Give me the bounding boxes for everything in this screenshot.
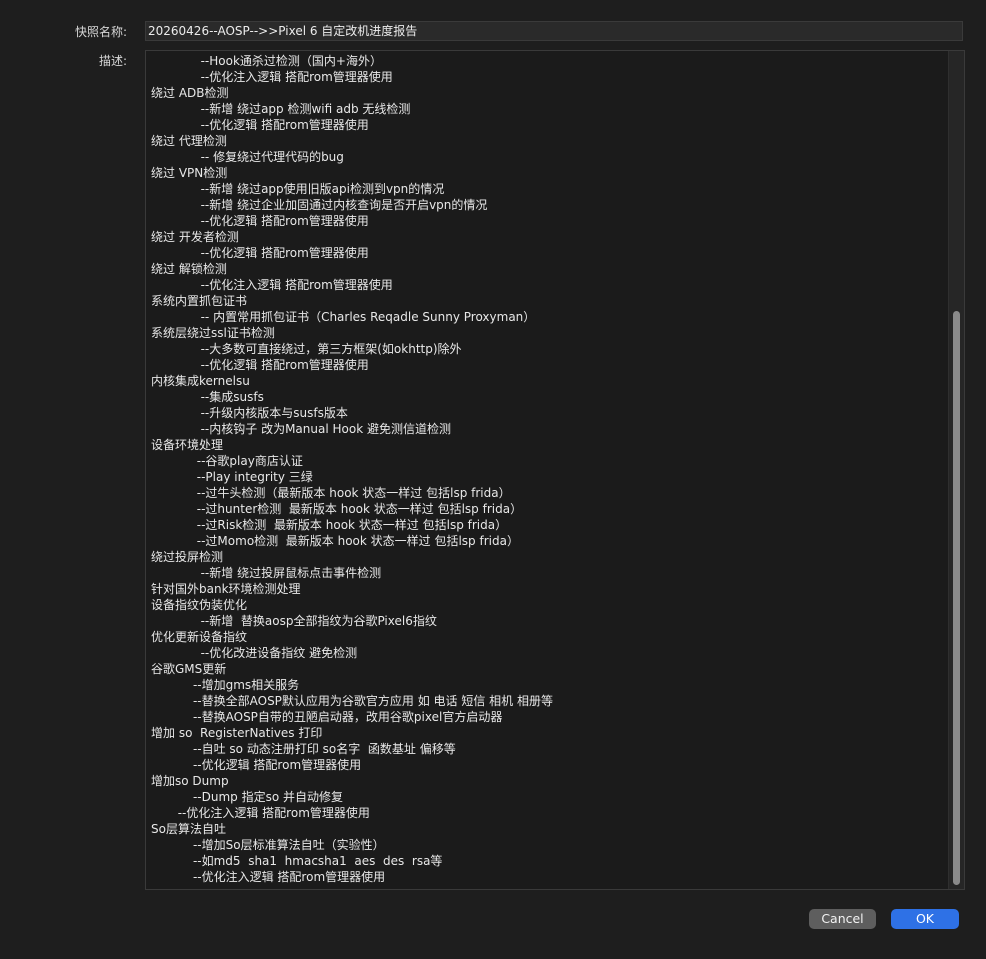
description-line: 绕过投屏检测: [151, 550, 224, 564]
description-line: --新增 绕过app使用旧版api检测到vpn的情况: [151, 182, 445, 196]
description-line: --替换AOSP自带的丑陋启动器，改用谷歌pixel官方启动器: [151, 710, 503, 724]
description-line: --过Momo检测 最新版本 hook 状态一样过 包括lsp frida）: [151, 534, 519, 548]
description-line: --过牛头检测（最新版本 hook 状态一样过 包括lsp frida）: [151, 486, 511, 500]
description-line: --内核钩子 改为Manual Hook 避免测信道检测: [151, 422, 451, 436]
description-line: -- 内置常用抓包证书（Charles Reqadle Sunny Proxym…: [151, 310, 536, 324]
description-line: 绕过 ADB检测: [151, 86, 229, 100]
description-line: --谷歌play商店认证: [151, 454, 303, 468]
description-line: --升级内核版本与susfs版本: [151, 406, 348, 420]
description-line: --Dump 指定so 并自动修复: [151, 790, 343, 804]
description-line: 内核集成kernelsu: [151, 374, 250, 388]
description-line: --优化逻辑 搭配rom管理器使用: [151, 358, 369, 372]
description-line: --新增 替换aosp全部指纹为谷歌Pixel6指纹: [151, 614, 437, 628]
description-line: 绕过 VPN检测: [151, 166, 228, 180]
description-line: --优化逻辑 搭配rom管理器使用: [151, 246, 369, 260]
description-line: --过Risk检测 最新版本 hook 状态一样过 包括lsp frida）: [151, 518, 508, 532]
description-line: --增加So层标准算法自吐（实验性）: [151, 838, 385, 852]
description-line: --优化注入逻辑 搭配rom管理器使用: [151, 70, 393, 84]
description-line: --优化逻辑 搭配rom管理器使用: [151, 758, 362, 772]
description-line: --新增 绕过企业加固通过内核查询是否开启vpn的情况: [151, 198, 488, 212]
snapshot-name-label: 快照名称:: [74, 25, 127, 39]
description-line: --自吐 so 动态注册打印 so名字 函数基址 偏移等: [151, 742, 456, 756]
description-line: 优化更新设备指纹: [151, 630, 248, 644]
description-line: So层算法自吐: [151, 822, 226, 836]
description-line: 谷歌GMS更新: [151, 662, 227, 676]
description-line: 绕过 开发者检测: [151, 230, 239, 244]
description-line: --替换全部AOSP默认应用为谷歌官方应用 如 电话 短信 相机 相册等: [151, 694, 553, 708]
snapshot-dialog: 快照名称: 20260426--AOSP-->>Pixel 6 自定改机进度报告…: [0, 0, 986, 959]
snapshot-name-field[interactable]: 20260426--AOSP-->>Pixel 6 自定改机进度报告: [145, 21, 963, 41]
description-line: --优化注入逻辑 搭配rom管理器使用: [151, 278, 393, 292]
cancel-button[interactable]: Cancel: [809, 909, 876, 929]
description-line: 设备指纹伪装优化: [151, 598, 248, 612]
description-line: --优化注入逻辑 搭配rom管理器使用: [151, 806, 370, 820]
description-line: 系统内置抓包证书: [151, 294, 248, 308]
description-line: 增加 so RegisterNatives 打印: [151, 726, 323, 740]
description-line: 针对国外bank环境检测处理: [151, 582, 301, 596]
scrollbar-thumb[interactable]: [953, 311, 960, 885]
description-scrollbar[interactable]: [948, 51, 964, 889]
description-label: 描述:: [98, 54, 127, 68]
description-line: 绕过 代理检测: [151, 134, 227, 148]
description-line: --过hunter检测 最新版本 hook 状态一样过 包括lsp frida）: [151, 502, 523, 516]
description-line: --Play integrity 三绿: [151, 470, 313, 484]
description-line: --大多数可直接绕过，第三方框架(如okhttp)除外: [151, 342, 462, 356]
description-line: 系统层绕过ssl证书检测: [151, 326, 275, 340]
description-line: 设备环境处理: [151, 438, 224, 452]
description-line: --Hook通杀过检测（国内+海外）: [151, 54, 382, 68]
description-line: --优化逻辑 搭配rom管理器使用: [151, 214, 369, 228]
description-line: -- 修复绕过代理代码的bug: [151, 150, 344, 164]
description-line: 绕过 解锁检测: [151, 262, 227, 276]
ok-button[interactable]: OK: [891, 909, 959, 929]
description-line: 增加so Dump: [151, 774, 229, 788]
description-text: --Hook通杀过检测（国内+海外） --优化注入逻辑 搭配rom管理器使用 绕过…: [151, 53, 944, 885]
description-line: --优化注入逻辑 搭配rom管理器使用: [151, 870, 386, 884]
description-line: --集成susfs: [151, 390, 264, 404]
description-line: --增加gms相关服务: [151, 678, 300, 692]
description-textarea[interactable]: --Hook通杀过检测（国内+海外） --优化注入逻辑 搭配rom管理器使用 绕过…: [145, 50, 965, 890]
description-line: --优化改进设备指纹 避免检测: [151, 646, 358, 660]
description-line: --新增 绕过app 检测wifi adb 无线检测: [151, 102, 411, 116]
description-line: --如md5 sha1 hmacsha1 aes des rsa等: [151, 854, 443, 868]
description-line: --优化逻辑 搭配rom管理器使用: [151, 118, 369, 132]
description-line: --新增 绕过投屏鼠标点击事件检测: [151, 566, 382, 580]
